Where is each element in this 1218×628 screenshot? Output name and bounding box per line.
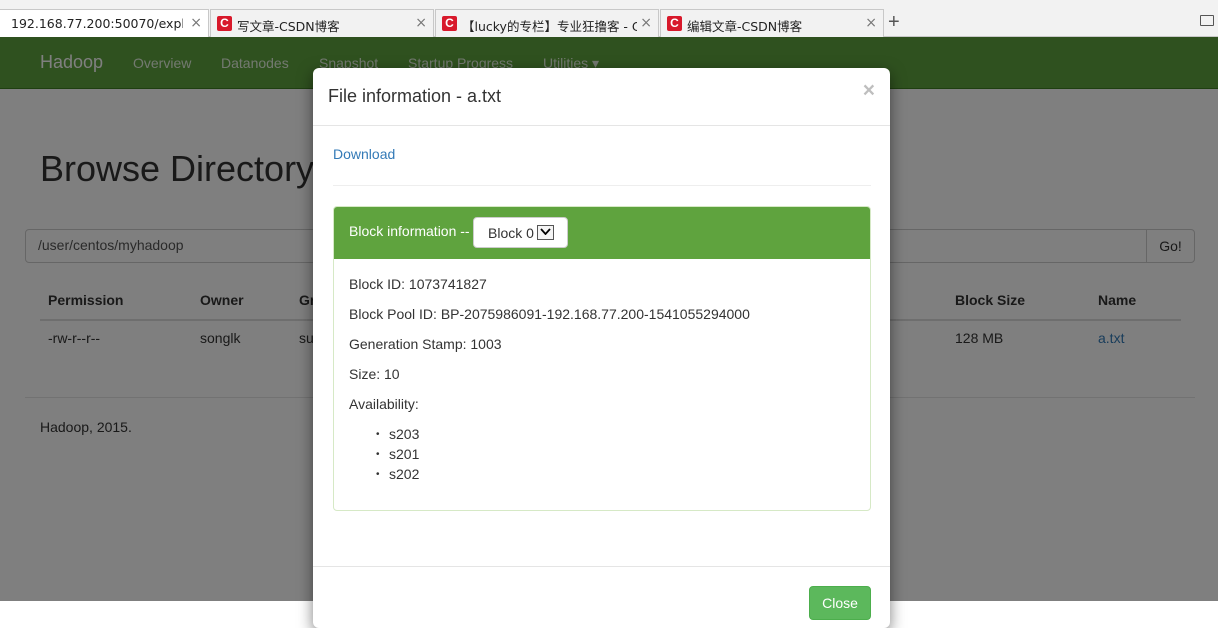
block-info-label: Block information -- <box>349 223 470 239</box>
close-icon[interactable]: × <box>863 79 875 103</box>
file-info-modal: File information - a.txt × Download Bloc… <box>313 68 890 628</box>
tab-csdn-blog[interactable]: C 【lucky的专栏】专业狂撸客 - CSDN博客 × <box>435 9 659 37</box>
generation-stamp-text: Generation Stamp: 1003 <box>349 336 502 352</box>
replica-item: s203 <box>389 426 420 442</box>
tab-title: 【lucky的专栏】专业狂撸客 - CSDN博客 <box>462 19 637 34</box>
tab-csdn-edit[interactable]: C 编辑文章-CSDN博客 × <box>660 9 884 37</box>
tab-title: 192.168.77.200:50070/explorer.html <box>11 16 183 31</box>
replica-item: s202 <box>389 466 420 482</box>
block-info-panel: Block information -- Block 0 Block ID: 1… <box>333 206 871 511</box>
tab-close-icon[interactable]: × <box>190 15 202 31</box>
size-text: Size: 10 <box>349 366 400 382</box>
list-bullet: • <box>376 469 380 480</box>
csdn-logo-icon: C <box>667 16 682 31</box>
tab-csdn-write[interactable]: C 写文章-CSDN博客 × <box>210 9 434 37</box>
tab-close-icon[interactable]: × <box>415 15 427 31</box>
download-link[interactable]: Download <box>333 146 395 162</box>
modal-footer-divider <box>313 566 890 567</box>
block-select-value: Block 0 <box>488 225 534 241</box>
divider <box>333 185 871 186</box>
tab-title: 编辑文章-CSDN博客 <box>687 19 803 34</box>
tab-hadoop-explorer[interactable]: 192.168.77.200:50070/explorer.html × <box>0 9 209 38</box>
block-select[interactable]: Block 0 <box>473 217 568 248</box>
tab-close-icon[interactable]: × <box>640 15 652 31</box>
block-pool-id-text: Block Pool ID: BP-2075986091-192.168.77.… <box>349 306 750 322</box>
chevron-down-glyph <box>540 228 551 236</box>
modal-header: File information - a.txt × <box>313 68 890 126</box>
block-info-heading: Block information -- Block 0 <box>334 207 870 259</box>
new-tab-button[interactable]: + <box>888 10 900 34</box>
tab-close-icon[interactable]: × <box>865 15 877 31</box>
tab-list-icon[interactable] <box>1200 15 1214 26</box>
browser-tab-strip: 192.168.77.200:50070/explorer.html × C 写… <box>0 0 1218 38</box>
tab-title: 写文章-CSDN博客 <box>237 19 340 34</box>
chevron-down-icon[interactable] <box>537 225 554 240</box>
csdn-logo-icon: C <box>442 16 457 31</box>
block-id-text: Block ID: 1073741827 <box>349 276 487 292</box>
replica-item: s201 <box>389 446 420 462</box>
csdn-logo-icon: C <box>217 16 232 31</box>
availability-label: Availability: <box>349 396 419 412</box>
close-button[interactable]: Close <box>809 586 871 620</box>
list-bullet: • <box>376 429 380 440</box>
modal-title: File information - a.txt <box>328 86 502 106</box>
list-bullet: • <box>376 449 380 460</box>
